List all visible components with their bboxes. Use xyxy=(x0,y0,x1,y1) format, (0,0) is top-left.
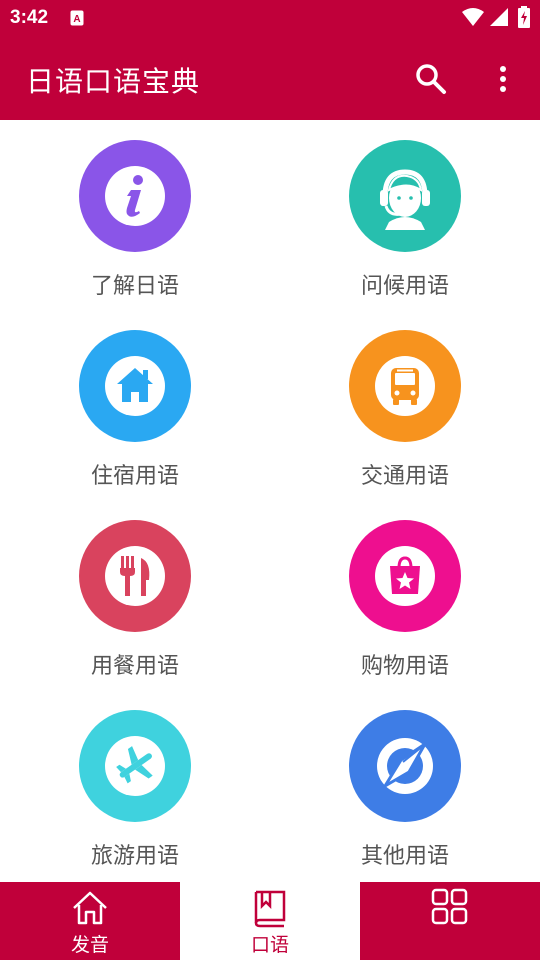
category-greetings[interactable]: 问候用语 xyxy=(305,120,505,300)
airplane-icon xyxy=(79,710,191,822)
info-icon xyxy=(79,140,191,252)
battery-charging-icon xyxy=(518,6,530,32)
status-time: 3:42 xyxy=(10,7,49,28)
app-title: 日语口语宝典 xyxy=(26,65,201,98)
category-label: 购物用语 xyxy=(360,654,449,679)
category-transportation[interactable]: 交通用语 xyxy=(305,310,505,490)
shopping-bag-icon xyxy=(349,520,461,632)
category-label: 问候用语 xyxy=(360,274,449,299)
nav-label: 发音 xyxy=(70,934,109,956)
category-other[interactable]: 其他用语 xyxy=(305,690,505,870)
bus-icon xyxy=(349,330,461,442)
wifi-icon xyxy=(462,8,484,30)
category-label: 其他用语 xyxy=(360,844,449,869)
category-label: 旅游用语 xyxy=(90,844,179,869)
nav-label: 口语 xyxy=(250,934,289,956)
home-outline-icon xyxy=(73,891,107,925)
notification-a-icon: A xyxy=(70,10,84,26)
category-label: 交通用语 xyxy=(360,464,449,489)
more-vert-icon[interactable] xyxy=(492,62,514,96)
grid-icon xyxy=(431,888,468,925)
nav-more[interactable] xyxy=(360,882,540,960)
fork-knife-icon xyxy=(79,520,191,632)
signal-icon xyxy=(490,8,508,30)
headset-operator-icon xyxy=(349,140,461,252)
app-bar: 日语口语宝典 xyxy=(0,36,540,120)
nav-pronunciation[interactable]: 发音 xyxy=(0,882,180,960)
home-icon xyxy=(79,330,191,442)
compass-icon xyxy=(349,710,461,822)
category-grid: 了解日语 问候用语 住宿用语 交通用语 用餐用语 购物用语 旅游用语 其他用语 xyxy=(0,120,540,882)
book-icon xyxy=(254,890,286,928)
category-label: 了解日语 xyxy=(90,274,179,299)
category-accommodation[interactable]: 住宿用语 xyxy=(35,310,235,490)
app-screen: 3:42 A 日语口语宝典 了解日语 问候用语 住宿用语 交通用语 用餐用语 购… xyxy=(0,0,540,960)
category-label: 用餐用语 xyxy=(90,654,179,679)
search-icon[interactable] xyxy=(414,62,448,96)
category-shopping[interactable]: 购物用语 xyxy=(305,500,505,680)
nav-spoken[interactable]: 口语 xyxy=(180,882,360,960)
category-travel[interactable]: 旅游用语 xyxy=(35,690,235,870)
category-understand-japanese[interactable]: 了解日语 xyxy=(35,120,235,300)
status-bar: 3:42 A xyxy=(0,0,540,36)
bottom-navigation: 发音 口语 xyxy=(0,882,540,960)
category-dining[interactable]: 用餐用语 xyxy=(35,500,235,680)
category-label: 住宿用语 xyxy=(90,464,179,489)
svg-text:A: A xyxy=(73,14,80,25)
